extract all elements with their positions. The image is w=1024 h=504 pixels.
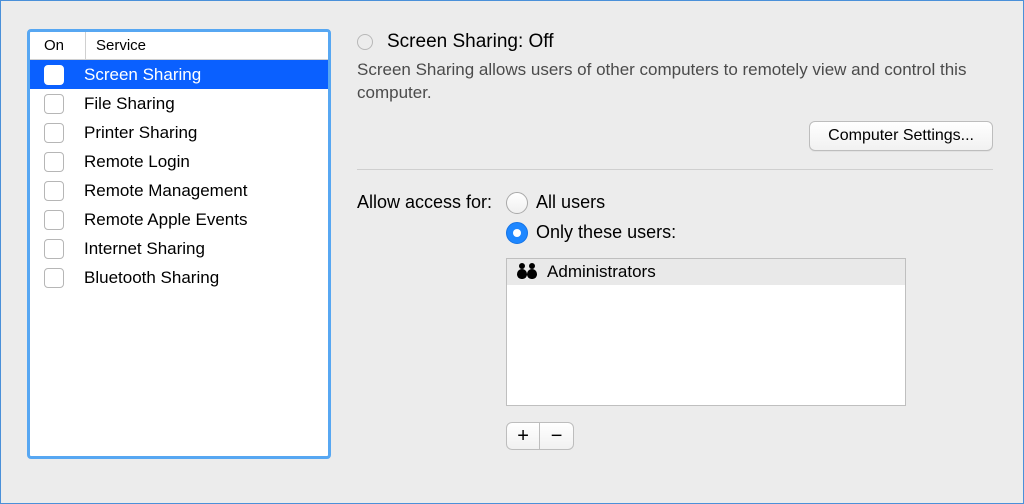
radio-all-users[interactable]: All users: [506, 192, 906, 214]
status-indicator-icon: [357, 34, 373, 50]
allowed-users-list[interactable]: Administrators: [506, 258, 906, 406]
service-row-remote-apple-events[interactable]: Remote Apple Events: [30, 205, 328, 234]
add-user-button[interactable]: +: [506, 422, 540, 450]
service-label: Remote Login: [84, 152, 190, 172]
column-header-on: On: [30, 32, 86, 59]
service-checkbox[interactable]: [44, 65, 64, 85]
remove-user-button[interactable]: −: [540, 422, 574, 450]
service-row-screen-sharing[interactable]: Screen Sharing: [30, 60, 328, 89]
service-checkbox[interactable]: [44, 239, 64, 259]
radio-icon[interactable]: [506, 222, 528, 244]
service-checkbox[interactable]: [44, 152, 64, 172]
service-row-printer-sharing[interactable]: Printer Sharing: [30, 118, 328, 147]
allow-access-label: Allow access for:: [357, 192, 492, 450]
status-description: Screen Sharing allows users of other com…: [357, 59, 977, 105]
status-title: Screen Sharing: Off: [387, 31, 554, 53]
service-label: Printer Sharing: [84, 123, 197, 143]
service-checkbox[interactable]: [44, 210, 64, 230]
add-remove-stepper: + −: [506, 422, 906, 450]
service-checkbox[interactable]: [44, 181, 64, 201]
detail-panel: Screen Sharing: Off Screen Sharing allow…: [357, 29, 993, 483]
user-label: Administrators: [547, 262, 656, 282]
computer-settings-button[interactable]: Computer Settings...: [809, 121, 993, 151]
column-header-service: Service: [86, 32, 146, 59]
divider: [357, 169, 993, 170]
user-row-administrators[interactable]: Administrators: [507, 259, 905, 285]
service-checkbox[interactable]: [44, 268, 64, 288]
service-row-file-sharing[interactable]: File Sharing: [30, 89, 328, 118]
service-label: Bluetooth Sharing: [84, 268, 219, 288]
service-checkbox[interactable]: [44, 123, 64, 143]
radio-only-these-users[interactable]: Only these users:: [506, 222, 906, 244]
radio-label: All users: [536, 192, 605, 213]
service-label: Remote Apple Events: [84, 210, 247, 230]
service-row-bluetooth-sharing[interactable]: Bluetooth Sharing: [30, 263, 328, 292]
users-icon: [517, 265, 537, 279]
services-table-header: On Service: [30, 32, 328, 60]
service-checkbox[interactable]: [44, 94, 64, 114]
service-label: Screen Sharing: [84, 65, 201, 85]
service-label: File Sharing: [84, 94, 175, 114]
service-label: Internet Sharing: [84, 239, 205, 259]
radio-icon[interactable]: [506, 192, 528, 214]
service-row-remote-login[interactable]: Remote Login: [30, 147, 328, 176]
radio-label: Only these users:: [536, 222, 676, 243]
services-table: On Service Screen Sharing File Sharing P…: [27, 29, 331, 459]
service-row-internet-sharing[interactable]: Internet Sharing: [30, 234, 328, 263]
service-label: Remote Management: [84, 181, 247, 201]
service-row-remote-management[interactable]: Remote Management: [30, 176, 328, 205]
